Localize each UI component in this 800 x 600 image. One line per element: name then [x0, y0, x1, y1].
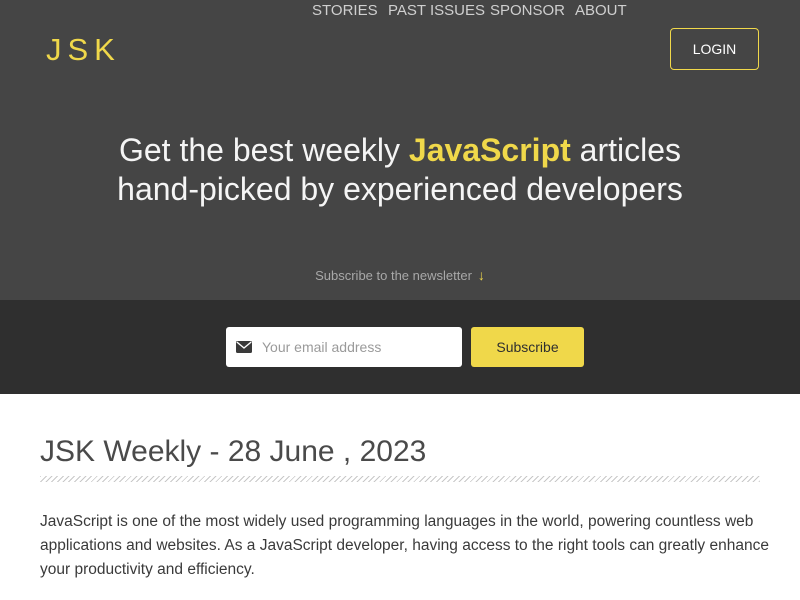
- headline-text-post: articles: [570, 132, 682, 168]
- nav-link-past-issues[interactable]: PAST ISSUES: [388, 0, 485, 22]
- email-input[interactable]: [262, 327, 456, 367]
- hero-headline: Get the best weekly JavaScript articles …: [0, 131, 800, 209]
- site-logo[interactable]: JSK: [46, 32, 121, 68]
- nav-link-about[interactable]: ABOUT: [575, 0, 627, 22]
- subscribe-prompt[interactable]: Subscribe to the newsletter ↓: [0, 266, 800, 285]
- hero-section: JSK STORIES PAST ISSUES SPONSOR ABOUT LO…: [0, 0, 800, 300]
- subscribe-band: Subscribe: [0, 300, 800, 394]
- nav-link-stories[interactable]: STORIES: [312, 0, 378, 22]
- nav-link-sponsor[interactable]: SPONSOR: [490, 0, 565, 22]
- issue-title: JSK Weekly - 28 June , 2023: [40, 435, 427, 468]
- arrow-down-icon: ↓: [477, 267, 485, 283]
- headline-line-1: Get the best weekly JavaScript articles: [0, 131, 800, 170]
- subscribe-prompt-text: Subscribe to the newsletter: [315, 268, 472, 283]
- headline-line-2: hand-picked by experienced developers: [117, 171, 683, 207]
- title-divider: [40, 476, 760, 482]
- headline-text-pre: Get the best weekly: [118, 132, 409, 168]
- envelope-icon: [236, 341, 252, 353]
- login-button[interactable]: LOGIN: [670, 28, 759, 70]
- subscribe-button[interactable]: Subscribe: [471, 327, 584, 367]
- intro-paragraph: JavaScript is one of the most widely use…: [40, 513, 769, 578]
- headline-highlight: JavaScript: [408, 132, 571, 168]
- email-field-container[interactable]: [226, 327, 462, 367]
